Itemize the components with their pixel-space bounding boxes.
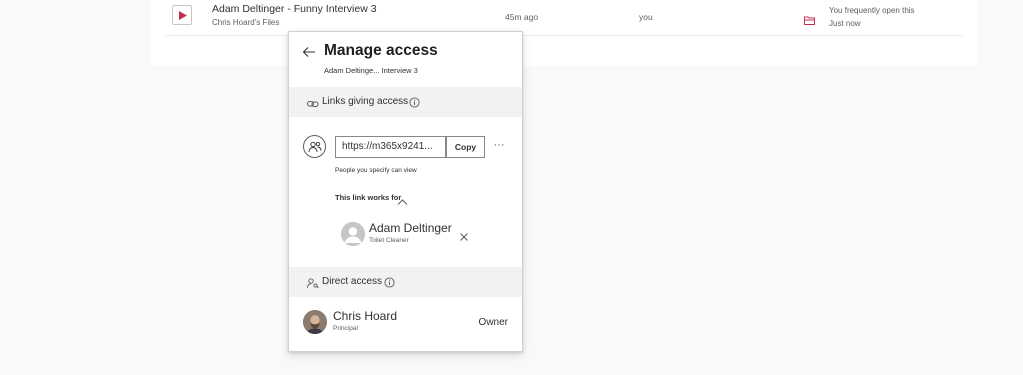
info-icon[interactable] [384,275,395,293]
share-link-field[interactable]: https://m365x9241... [335,136,446,158]
links-section-label: Links giving access [322,96,409,107]
activity-text: You frequently open this [829,6,915,15]
link-works-for-label[interactable]: This link works for [335,193,401,202]
direct-access-section-header: Direct access [289,267,522,297]
close-icon[interactable] [459,229,469,247]
file-row[interactable]: Adam Deltinger - Funny Interview 3 Chris… [165,0,963,36]
owner-name: Chris Hoard [333,309,398,323]
chevron-up-icon[interactable] [397,193,408,211]
folder-open-icon [804,12,815,30]
owner-permission[interactable]: Owner [479,317,508,328]
recipient-name: Adam Deltinger [369,221,452,235]
arrow-left-icon[interactable] [302,45,316,59]
activity-time: Just now [829,19,861,28]
panel-title: Manage access [324,42,438,59]
file-modified-by: you [639,12,653,22]
recipient-avatar [341,222,365,246]
file-modified: 45m ago [505,12,539,22]
person-key-icon [307,276,319,294]
owner-avatar [303,310,327,334]
more-options-button[interactable]: ··· [491,138,507,154]
file-name[interactable]: Adam Deltinger - Funny Interview 3 [212,3,377,15]
recipient-role: Toilet Cleaner [369,237,409,244]
panel-subtitle: Adam Deltinge... Interview 3 [324,66,418,75]
info-icon[interactable] [409,95,420,113]
people-icon [303,135,326,158]
direct-access-label: Direct access [322,276,383,287]
video-file-icon [172,5,192,25]
manage-access-panel: Manage access Adam Deltinge... Interview… [288,31,523,352]
owner-role: Principal [333,325,358,332]
file-location: Chris Hoard's Files [212,18,280,27]
copy-link-button[interactable]: Copy [446,136,485,158]
links-section-header: Links giving access [289,87,522,117]
link-audience-text: People you specify can view [335,167,417,174]
link-icon [307,96,319,114]
